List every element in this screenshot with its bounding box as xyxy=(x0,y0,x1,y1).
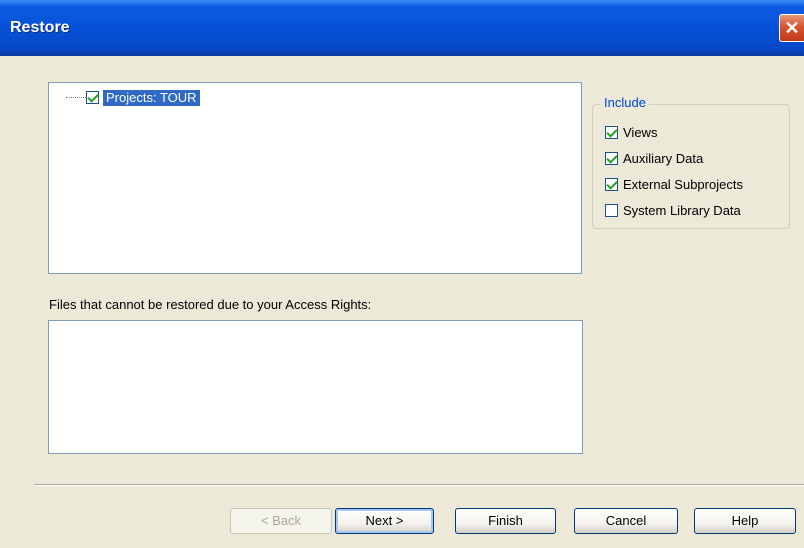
tree-connector-line xyxy=(66,97,86,98)
project-tree[interactable]: Projects: TOUR xyxy=(48,82,582,274)
help-button[interactable]: Help xyxy=(694,508,796,534)
auxiliary-data-label[interactable]: Auxiliary Data xyxy=(623,151,703,166)
title-bar: Restore ✕ xyxy=(0,0,804,56)
system-library-data-checkbox[interactable] xyxy=(605,203,618,217)
external-subprojects-label[interactable]: External Subprojects xyxy=(623,177,743,192)
views-checkbox[interactable] xyxy=(605,125,618,139)
system-library-data-label[interactable]: System Library Data xyxy=(623,203,741,218)
cancel-button[interactable]: Cancel xyxy=(574,508,678,534)
next-button[interactable]: Next > xyxy=(335,508,434,534)
close-icon: ✕ xyxy=(784,18,800,38)
tree-node-checkbox[interactable] xyxy=(86,91,99,104)
restricted-files-list[interactable] xyxy=(48,320,583,454)
close-button[interactable]: ✕ xyxy=(779,14,804,42)
include-auxiliary-data-option[interactable]: Auxiliary Data xyxy=(605,149,703,167)
tree-node-projects[interactable]: Projects: TOUR xyxy=(86,89,200,106)
include-views-option[interactable]: Views xyxy=(605,123,657,141)
restricted-files-label: Files that cannot be restored due to you… xyxy=(49,297,372,312)
back-button[interactable]: < Back xyxy=(230,508,332,534)
window-title: Restore xyxy=(10,19,70,36)
external-subprojects-checkbox[interactable] xyxy=(605,177,618,191)
finish-button[interactable]: Finish xyxy=(455,508,556,534)
include-system-library-data-option[interactable]: System Library Data xyxy=(605,201,741,219)
button-separator xyxy=(35,484,804,486)
include-group-legend: Include xyxy=(601,95,649,110)
include-external-subprojects-option[interactable]: External Subprojects xyxy=(605,175,743,193)
auxiliary-data-checkbox[interactable] xyxy=(605,151,618,165)
tree-node-label[interactable]: Projects: TOUR xyxy=(103,89,200,106)
views-label[interactable]: Views xyxy=(623,125,657,140)
